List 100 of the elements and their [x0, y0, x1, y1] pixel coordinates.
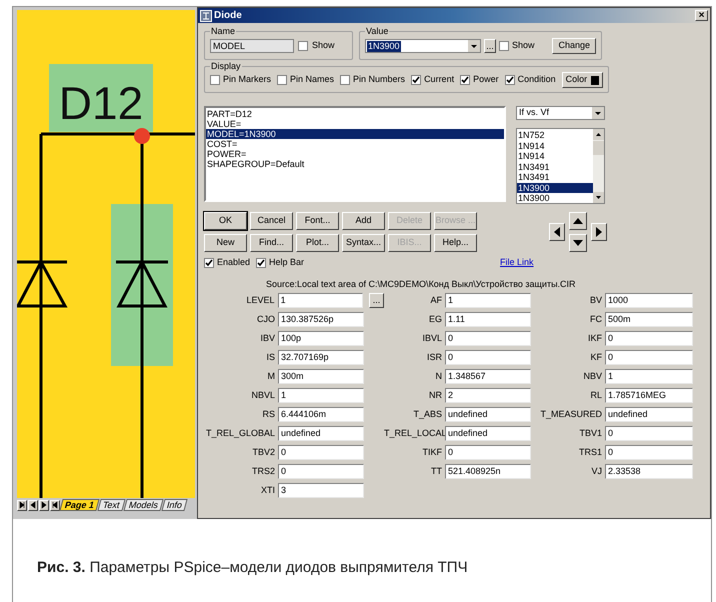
checkbox[interactable]	[210, 75, 220, 85]
attribute-line[interactable]: PART=D12	[206, 109, 504, 119]
parameter-label: XTI	[260, 484, 276, 497]
checkbox[interactable]	[298, 41, 308, 51]
parameter-field[interactable]: undefined	[445, 407, 531, 422]
checkbox[interactable]	[460, 75, 470, 85]
parameter-field[interactable]: 1	[445, 293, 531, 308]
value-combo[interactable]: 1N3900	[365, 39, 481, 53]
dialog-button[interactable]: New	[204, 234, 247, 252]
parameter-field[interactable]: 500m	[605, 312, 693, 327]
checkbox[interactable]	[411, 75, 422, 85]
model-item[interactable]: 1N914	[517, 140, 593, 151]
page-nav-button[interactable]	[28, 500, 38, 510]
page-nav-button[interactable]	[50, 500, 60, 510]
parameter-field[interactable]: 0	[278, 445, 364, 460]
plot-select[interactable]: If vs. Vf	[516, 106, 605, 120]
attribute-line[interactable]: VALUE=	[206, 119, 504, 129]
parameter-field[interactable]: 32.707169p	[278, 350, 364, 365]
parameter-field[interactable]: 1	[278, 388, 364, 403]
parameter-field[interactable]: 0	[605, 445, 693, 460]
attribute-line[interactable]: SHAPEGROUP=Default	[206, 159, 504, 169]
parameter-label: TBV1	[578, 426, 603, 440]
parameter-label: IBVL	[421, 332, 443, 345]
parameter-field[interactable]: 1	[605, 369, 693, 384]
parameter-field[interactable]: 130.387526p	[278, 312, 364, 327]
page-nav-button[interactable]	[39, 500, 49, 510]
name-field[interactable]: MODEL	[210, 39, 294, 53]
page-tab[interactable]: Page 1	[59, 499, 100, 511]
parameter-field[interactable]: 521.408925n	[445, 464, 531, 479]
dialog-button[interactable]: Help...	[434, 234, 477, 252]
page-tab[interactable]: Models	[122, 499, 164, 511]
diode-symbol	[17, 260, 68, 308]
checkbox-label: Show	[312, 39, 335, 52]
checkbox[interactable]	[499, 41, 509, 51]
close-button[interactable]: ×	[695, 10, 708, 21]
checkbox[interactable]	[504, 75, 515, 85]
parameter-field[interactable]: 2.33538	[605, 464, 693, 479]
parameter-label: AF	[429, 294, 443, 307]
checkbox[interactable]	[256, 258, 266, 268]
parameter-label: BV	[588, 294, 603, 307]
file-link[interactable]: File Link	[500, 256, 534, 270]
parameter-field[interactable]: 1	[278, 293, 364, 308]
arrow-left-icon	[553, 227, 561, 237]
parameter-label: T_REL_GLOBAL	[204, 426, 276, 440]
parameter-label: TRS2	[250, 464, 276, 478]
model-item[interactable]: 1N752	[517, 130, 593, 140]
parameter-field[interactable]: undefined	[445, 426, 531, 441]
parameter-field[interactable]: 0	[605, 331, 693, 346]
attribute-list[interactable]: PART=D12 VALUE= MODEL=1N3900 COST= POWER= SHAPEGROUP=Default	[204, 106, 506, 202]
model-item[interactable]: 1N3491	[517, 172, 593, 182]
dialog-button[interactable]: Syntax...	[342, 234, 385, 252]
checkbox[interactable]	[277, 75, 288, 85]
checkbox[interactable]	[340, 75, 350, 85]
group-title: Name	[210, 26, 236, 36]
parameter-label: N	[434, 370, 443, 383]
dialog-button[interactable]: Cancel	[250, 212, 293, 230]
attribute-line[interactable]: COST=	[206, 139, 504, 149]
scrollbar[interactable]	[593, 129, 604, 203]
parameter-field[interactable]: 2	[445, 388, 531, 403]
parameter-field[interactable]: undefined	[605, 407, 693, 422]
parameter-field[interactable]: 1.348567	[445, 369, 531, 384]
parameter-field[interactable]: 0	[445, 331, 531, 346]
dialog-button[interactable]: OK	[204, 212, 247, 230]
model-item[interactable]: 1N3900	[517, 182, 593, 193]
parameter-field[interactable]: undefined	[278, 426, 364, 441]
color-button[interactable]: Color	[562, 72, 604, 88]
parameter-field[interactable]: 0	[278, 464, 364, 479]
browse-button[interactable]: ...	[484, 39, 496, 53]
parameter-field[interactable]: 0	[605, 426, 693, 441]
parameter-field[interactable]: 300m	[278, 369, 364, 384]
parameter-field[interactable]: 1.11	[445, 312, 531, 327]
parameter-field[interactable]: 0	[445, 350, 531, 365]
model-item[interactable]: 1N3491	[517, 162, 593, 172]
model-item[interactable]: 1N914	[517, 151, 593, 162]
dialog-button[interactable]: Add	[342, 212, 385, 230]
attribute-line[interactable]: POWER=	[206, 149, 504, 159]
page-nav-button[interactable]	[17, 500, 27, 510]
parameter-field[interactable]: 1.785716MEG	[605, 388, 693, 403]
parameter-field[interactable]: 6.444106m	[278, 407, 364, 422]
parameter-field[interactable]: 0	[605, 350, 693, 365]
change-button[interactable]: Change	[552, 38, 596, 54]
arrow-up-button[interactable]	[569, 212, 587, 230]
model-list[interactable]: 1N752 1N914 1N914 1N3491 1N3491 1N3900 1N3900	[516, 128, 605, 204]
page-tab[interactable]: Text	[97, 499, 126, 511]
dialog-button[interactable]: Plot...	[296, 234, 339, 252]
dialog-button[interactable]: Find...	[250, 234, 293, 252]
parameter-field[interactable]: 1000	[605, 293, 693, 308]
arrow-down-button[interactable]	[569, 234, 587, 252]
model-item[interactable]: 1N3900	[517, 193, 593, 204]
parameter-field[interactable]: 0	[445, 445, 531, 460]
dialog-button[interactable]: Font...	[296, 212, 339, 230]
checkbox[interactable]	[204, 258, 214, 268]
arrow-right-button[interactable]	[591, 223, 607, 241]
arrow-left-button[interactable]	[549, 223, 565, 241]
nav-arrow-icon	[18, 501, 26, 509]
checkbox-label: Pin Names	[290, 73, 334, 86]
page-tab[interactable]: Info	[160, 499, 188, 511]
browse-button[interactable]: ...	[369, 293, 384, 308]
parameter-field[interactable]: 3	[278, 483, 364, 498]
parameter-field[interactable]: 100p	[278, 331, 364, 346]
